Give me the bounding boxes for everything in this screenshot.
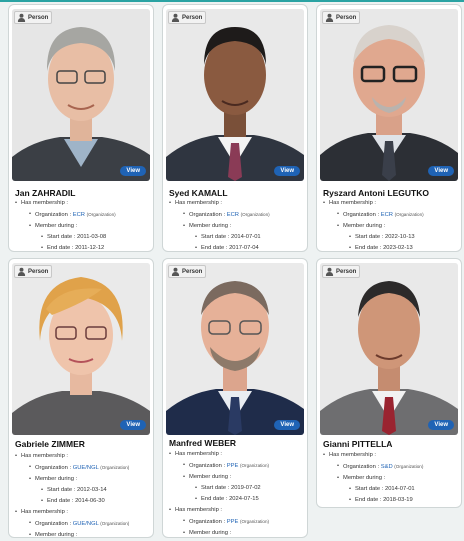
view-button[interactable]: View (120, 420, 146, 430)
organization-row: Organization : GUE/NGL (Organization) (15, 462, 149, 474)
person-icon (171, 267, 180, 276)
badge-label: Person (28, 14, 49, 21)
start-date-row: Start date : 2014-07-01 (323, 484, 457, 495)
person-icon (171, 13, 180, 22)
badge-label: Person (336, 14, 357, 21)
end-date-row: End date : 2023-02-13 (323, 243, 457, 254)
member-during-row: Member during : (15, 474, 149, 485)
person-badge: Person (322, 11, 361, 24)
person-card: Person View Jan ZAHRADIL Has membership … (8, 4, 154, 254)
person-badge: Person (14, 265, 53, 278)
organization-row: Organization : PPE (Organization) (169, 460, 303, 472)
view-button[interactable]: View (274, 166, 300, 176)
badge-label: Person (336, 268, 357, 275)
membership-details: Has membership : Organization : ECR (Org… (15, 198, 149, 254)
person-icon (17, 13, 26, 22)
member-during-row: Member during : (323, 221, 457, 232)
person-badge: Person (168, 11, 207, 24)
badge-label: Person (28, 268, 49, 275)
membership-heading: Has membership : (323, 198, 457, 209)
end-date-row: End date : 2018-03-19 (323, 495, 457, 506)
view-button[interactable]: View (274, 420, 300, 430)
view-button[interactable]: View (120, 166, 146, 176)
organization-link[interactable]: ECR (381, 212, 393, 218)
end-date-row: End date : 2024-07-15 (169, 494, 303, 505)
portrait-photo: Person View (166, 263, 304, 435)
person-card: Person View Gianni PITTELLA Has membersh… (316, 258, 462, 508)
membership-heading: Has membership : (169, 198, 303, 209)
person-card: Person View Gabriele ZIMMER Has membersh… (8, 258, 154, 541)
organization-row: Organization : ECR (Organization) (169, 209, 303, 221)
membership-heading: Has membership : (15, 198, 149, 209)
organization-link[interactable]: PPE (227, 519, 239, 525)
portrait-image (166, 263, 304, 435)
end-date-row: End date : 2014-06-30 (15, 496, 149, 507)
organization-row: Organization : GUE/NGL (Organization) (15, 518, 149, 530)
portrait-image (12, 263, 150, 435)
person-card: Person View Syed KAMALL Has membership :… (162, 4, 308, 254)
view-button[interactable]: View (428, 420, 454, 430)
organization-row: Organization : ECR (Organization) (323, 209, 457, 221)
membership-heading: Has membership : (169, 449, 303, 460)
organization-row: Organization : ECR (Organization) (15, 209, 149, 221)
start-date-row: Start date : 2019-07-02 (169, 483, 303, 494)
membership-heading: Has membership : (169, 505, 303, 516)
portrait-photo: Person View (320, 9, 458, 181)
member-during-row: Member during : (169, 528, 303, 539)
person-badge: Person (14, 11, 53, 24)
organization-link[interactable]: ECR (227, 212, 239, 218)
person-name: Ryszard Antoni LEGUTKO (323, 188, 429, 198)
person-name: Manfred WEBER (169, 438, 237, 448)
badge-label: Person (182, 268, 203, 275)
portrait-photo: Person View (320, 263, 458, 435)
top-accent-bar (0, 0, 464, 2)
view-button[interactable]: View (428, 166, 454, 176)
person-name: Jan ZAHRADIL (15, 188, 76, 198)
portrait-photo: Person View (12, 263, 150, 435)
member-during-row: Member during : (169, 472, 303, 483)
membership-details: Has membership : Organization : ECR (Org… (323, 198, 457, 254)
member-during-row: Member during : (15, 221, 149, 232)
membership-details: Has membership : Organization : PPE (Org… (169, 449, 303, 539)
person-card: Person View Ryszard Antoni LEGUTKO Has m… (316, 4, 462, 254)
organization-row: Organization : S&D (Organization) (323, 461, 457, 473)
membership-heading: Has membership : (323, 450, 457, 461)
organization-link[interactable]: S&D (381, 464, 393, 470)
portrait-image (320, 9, 458, 181)
portrait-image (12, 9, 150, 181)
membership-details: Has membership : Organization : S&D (Org… (323, 450, 457, 506)
end-date-row: End date : 2017-07-04 (169, 243, 303, 254)
organization-link[interactable]: GUE/NGL (73, 521, 99, 527)
organization-link[interactable]: ECR (73, 212, 85, 218)
person-badge: Person (168, 265, 207, 278)
member-during-row: Member during : (323, 473, 457, 484)
badge-label: Person (182, 14, 203, 21)
portrait-photo: Person View (12, 9, 150, 181)
portrait-image (166, 9, 304, 181)
portrait-photo: Person View (166, 9, 304, 181)
portrait-image (320, 263, 458, 435)
person-badge: Person (322, 265, 361, 278)
organization-link[interactable]: PPE (227, 463, 239, 469)
person-name: Gabriele ZIMMER (15, 439, 85, 449)
start-date-row: Start date : 2011-03-08 (15, 232, 149, 243)
start-date-row: Start date : 2014-07-01 (169, 232, 303, 243)
person-name: Syed KAMALL (169, 188, 228, 198)
member-during-row: Member during : (15, 530, 149, 541)
member-during-row: Member during : (169, 221, 303, 232)
membership-details: Has membership : Organization : GUE/NGL … (15, 451, 149, 541)
membership-heading: Has membership : (15, 451, 149, 462)
person-name: Gianni PITTELLA (323, 439, 393, 449)
membership-heading: Has membership : (15, 507, 149, 518)
start-date-row: Start date : 2022-10-13 (323, 232, 457, 243)
start-date-row: Start date : 2012-03-14 (15, 485, 149, 496)
end-date-row: End date : 2011-12-12 (15, 243, 149, 254)
person-icon (17, 267, 26, 276)
person-icon (325, 13, 334, 22)
organization-link[interactable]: GUE/NGL (73, 465, 99, 471)
organization-row: Organization : PPE (Organization) (169, 516, 303, 528)
person-card: Person View Manfred WEBER Has membership… (162, 258, 308, 539)
membership-details: Has membership : Organization : ECR (Org… (169, 198, 303, 254)
person-icon (325, 267, 334, 276)
